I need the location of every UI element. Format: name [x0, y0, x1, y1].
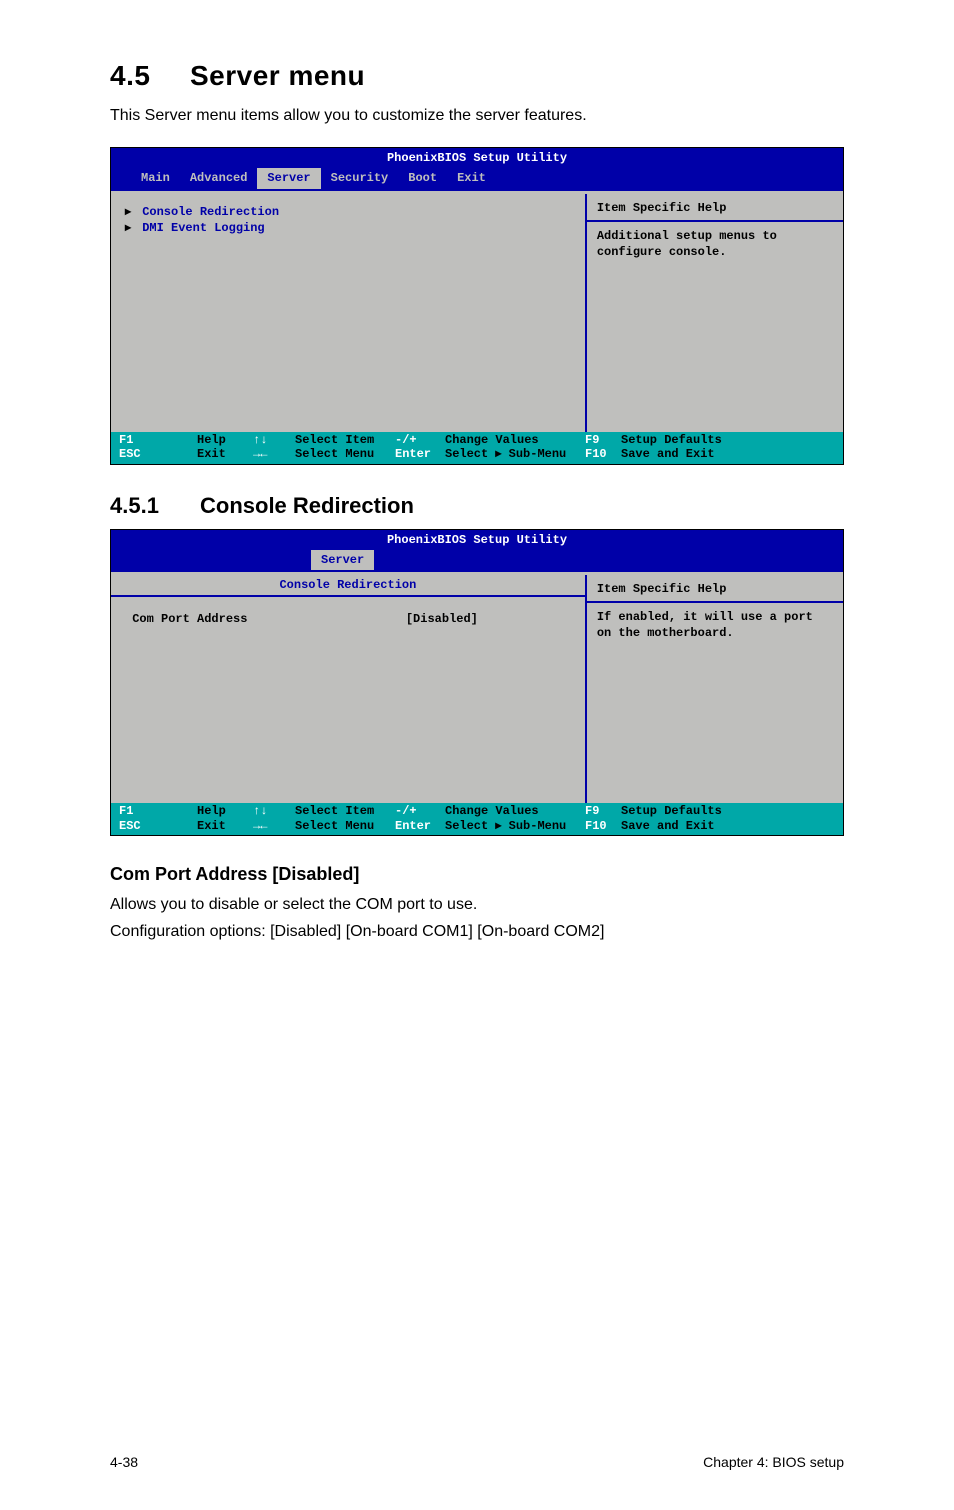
- bios-main-panel: Console Redirection Com Port Address [Di…: [111, 575, 587, 803]
- menu-item-console-redirection[interactable]: ▸ Console Redirection: [125, 204, 575, 220]
- help-text: Additional setup menus to configure cons…: [597, 228, 833, 260]
- label-select-menu: Select Menu: [295, 819, 374, 833]
- label-change-values: Change Values: [445, 433, 539, 447]
- bios-screen-server: PhoenixBIOS Setup Utility Main Advanced …: [110, 147, 844, 465]
- bios-title: PhoenixBIOS Setup Utility: [111, 530, 843, 550]
- label-save-exit: Save and Exit: [621, 447, 715, 461]
- bios-help-panel: Item Specific Help Additional setup menu…: [587, 194, 843, 432]
- tab-server[interactable]: Server: [257, 168, 320, 188]
- key-enter: Enter: [395, 447, 431, 461]
- tab-main[interactable]: Main: [131, 168, 180, 188]
- key-leftright: →←: [253, 447, 267, 461]
- label-select-item: Select Item: [295, 804, 374, 818]
- key-esc: ESC: [119, 819, 141, 833]
- key-f1: F1: [119, 804, 133, 818]
- submenu-pointer-icon: ▸: [125, 204, 135, 220]
- bios-main-panel: ▸ Console Redirection ▸ DMI Event Loggin…: [111, 194, 587, 432]
- label-change-values: Change Values: [445, 804, 539, 818]
- bios-tabs: Main Advanced Server Security Boot Exit: [111, 168, 843, 190]
- key-f10: F10: [585, 447, 607, 461]
- tab-server[interactable]: Server: [311, 550, 374, 570]
- help-text: If enabled, it will use a port on the mo…: [597, 609, 833, 641]
- tab-security[interactable]: Security: [321, 168, 399, 188]
- key-f9: F9: [585, 804, 599, 818]
- section-intro: This Server menu items allow you to cust…: [110, 104, 844, 127]
- key-minusplus: -/+: [395, 433, 417, 447]
- key-minusplus: -/+: [395, 804, 417, 818]
- key-f10: F10: [585, 819, 607, 833]
- bios-help-panel: Item Specific Help If enabled, it will u…: [587, 575, 843, 803]
- screen-header: Console Redirection: [111, 575, 585, 597]
- key-enter: Enter: [395, 819, 431, 833]
- tab-boot[interactable]: Boot: [398, 168, 447, 188]
- label-select-sub: Select ▸ Sub-Menu: [445, 447, 566, 461]
- label-exit: Exit: [197, 447, 226, 461]
- param-desc-2: Configuration options: [Disabled] [On-bo…: [110, 920, 844, 943]
- bios-title: PhoenixBIOS Setup Utility: [111, 148, 843, 168]
- key-f9: F9: [585, 433, 599, 447]
- subsection-title-text: Console Redirection: [200, 493, 414, 518]
- label-setup-defaults: Setup Defaults: [621, 433, 722, 447]
- section-heading: 4.5Server menu: [110, 60, 844, 92]
- submenu-pointer-icon: ▸: [125, 220, 135, 236]
- label-select-item: Select Item: [295, 433, 374, 447]
- section-title-text: Server menu: [190, 60, 365, 91]
- page-number: 4-38: [110, 1454, 138, 1470]
- bios-tabs: Server: [111, 550, 843, 572]
- key-leftright: →←: [253, 819, 267, 833]
- bios-screen-console-redirection: PhoenixBIOS Setup Utility Server Console…: [110, 529, 844, 837]
- section-number: 4.5: [110, 60, 190, 92]
- help-title: Item Specific Help: [597, 581, 833, 597]
- subsection-heading: 4.5.1Console Redirection: [110, 493, 844, 519]
- field-com-port-address[interactable]: Com Port Address [Disabled]: [125, 611, 575, 627]
- label-select-menu: Select Menu: [295, 447, 374, 461]
- key-esc: ESC: [119, 447, 141, 461]
- chapter-label: Chapter 4: BIOS setup: [703, 1454, 844, 1470]
- label-help: Help: [197, 433, 226, 447]
- label-setup-defaults: Setup Defaults: [621, 804, 722, 818]
- help-title: Item Specific Help: [597, 200, 833, 216]
- subsection-number: 4.5.1: [110, 493, 200, 519]
- page-footer: 4-38 Chapter 4: BIOS setup: [110, 1454, 844, 1470]
- label-help: Help: [197, 804, 226, 818]
- param-desc-1: Allows you to disable or select the COM …: [110, 893, 844, 916]
- menu-item-dmi-event-logging[interactable]: ▸ DMI Event Logging: [125, 220, 575, 236]
- key-updown: ↑↓: [253, 804, 267, 818]
- key-f1: F1: [119, 433, 133, 447]
- param-heading: Com Port Address [Disabled]: [110, 864, 844, 885]
- key-updown: ↑↓: [253, 433, 267, 447]
- tab-exit[interactable]: Exit: [447, 168, 496, 188]
- label-save-exit: Save and Exit: [621, 819, 715, 833]
- tab-advanced[interactable]: Advanced: [180, 168, 258, 188]
- label-exit: Exit: [197, 819, 226, 833]
- label-select-sub: Select ▸ Sub-Menu: [445, 819, 566, 833]
- bios-footer: F1 ESC Help Exit ↑↓ →← Select Item Selec…: [111, 803, 843, 835]
- bios-footer: F1 ESC Help Exit ↑↓ →← Select Item Selec…: [111, 432, 843, 464]
